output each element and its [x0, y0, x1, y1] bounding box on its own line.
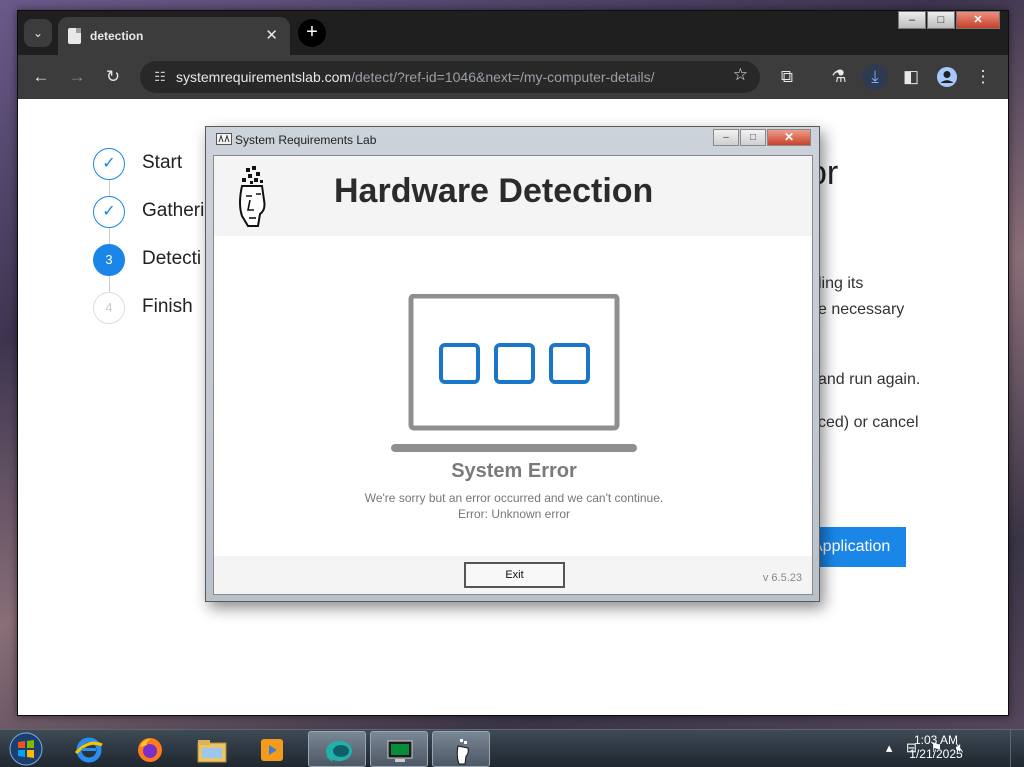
dialog-maximize-button[interactable]: □	[740, 129, 766, 146]
bookmark-star-icon[interactable]: ☆	[733, 65, 748, 85]
laptop-base	[391, 444, 637, 452]
taskbar-srl-icon[interactable]	[432, 731, 490, 767]
taskbar-terminal-icon[interactable]	[370, 731, 428, 767]
app-icon	[216, 133, 232, 145]
step-connector	[109, 180, 110, 196]
page-icon	[68, 28, 81, 44]
dialog-heading: Hardware Detection	[334, 172, 654, 210]
tab-search-button[interactable]: ⌄	[24, 19, 52, 47]
menu-kebab-icon[interactable]: ⋮	[970, 64, 996, 90]
exit-button[interactable]: Exit	[464, 562, 565, 588]
chevron-down-icon: ⌄	[32, 26, 44, 40]
dialog-title: System Requirements Lab	[235, 133, 377, 147]
srl-dialog: System Requirements Lab – □ ✕ Hardware D…	[205, 126, 820, 602]
dialog-body: Hardware Detection System Error We're so…	[213, 155, 813, 595]
paragraph-line: ced) or cancel	[818, 414, 919, 431]
reload-icon[interactable]: ↻	[100, 64, 126, 90]
forward-icon[interactable]: →	[64, 64, 90, 90]
taskbar-clock[interactable]: 1:03 AM 1/21/2025	[904, 733, 968, 761]
step-label: Detecti	[142, 248, 202, 269]
show-desktop-button[interactable]	[1010, 730, 1024, 767]
dialog-close-button[interactable]: ✕	[767, 129, 811, 146]
step-label: Finish	[142, 296, 193, 317]
dialog-window-controls: – □ ✕	[712, 129, 811, 146]
minimize-button[interactable]: –	[898, 11, 926, 29]
dialog-titlebar: System Requirements Lab	[216, 133, 376, 147]
step-number: 4	[93, 292, 125, 324]
srl-logo-icon	[239, 166, 266, 227]
show-hidden-icons-icon[interactable]: ▴	[886, 740, 893, 755]
dialog-footer: Exit v 6.5.23	[214, 556, 812, 594]
labs-flask-icon[interactable]: ⚗	[826, 64, 852, 90]
back-icon[interactable]: ←	[28, 64, 54, 90]
step-connector	[109, 276, 110, 292]
taskbar-explorer-icon[interactable]	[182, 731, 240, 767]
paragraph-line: ling its	[818, 275, 864, 292]
close-window-button[interactable]: ✕	[956, 11, 1000, 29]
side-panel-icon[interactable]: ◧	[898, 64, 924, 90]
extensions-icon[interactable]: ⧉	[774, 64, 800, 90]
paragraph-line: e necessary	[818, 301, 905, 318]
start-button[interactable]	[4, 730, 48, 767]
new-tab-button[interactable]: +	[298, 19, 326, 47]
dialog-minimize-button[interactable]: –	[713, 129, 739, 146]
step-number: 3	[93, 244, 125, 276]
download-icon[interactable]: ⤓	[862, 64, 888, 90]
tab-title: detection	[90, 29, 144, 43]
clock-date: 1/21/2025	[909, 747, 963, 761]
close-tab-icon[interactable]: ✕	[265, 26, 278, 44]
step-label: Start	[142, 152, 183, 173]
site-settings-icon[interactable]: ☷	[148, 65, 172, 89]
dialog-header: Hardware Detection	[214, 156, 812, 236]
taskbar-ie-icon[interactable]	[60, 731, 118, 767]
error-code: Error: Unknown error	[457, 507, 571, 521]
taskbar: ▴ ⊟ ⚑ 🔇︎ 1:03 AM 1/21/2025	[0, 729, 1024, 767]
version-label: v 6.5.23	[762, 572, 802, 584]
tab-strip: ⌄ detection ✕ + – □ ✕	[18, 11, 1008, 55]
taskbar-media-player-icon[interactable]	[243, 731, 301, 767]
step-connector	[109, 228, 110, 244]
url-path: /detect/?ref-id=1046&next=/my-computer-d…	[351, 69, 655, 85]
paragraph-line: and run again.	[818, 371, 921, 388]
taskbar-chrome-app-icon[interactable]	[308, 731, 366, 767]
url-host: systemrequirementslab.com	[176, 69, 352, 85]
clock-time: 1:03 AM	[913, 733, 959, 747]
check-icon: ✓	[93, 196, 125, 228]
browser-toolbar: ← → ↻ ☷ systemrequirementslab.com/detect…	[18, 55, 1008, 99]
check-icon: ✓	[93, 148, 125, 180]
profile-avatar-icon[interactable]	[934, 64, 960, 90]
taskbar-firefox-icon[interactable]	[121, 731, 179, 767]
tab-detection[interactable]: detection ✕	[58, 17, 290, 55]
window-controls: – □ ✕	[897, 11, 1000, 29]
address-bar[interactable]: ☷ systemrequirementslab.com/detect/?ref-…	[140, 61, 760, 93]
error-title: System Error	[451, 460, 577, 482]
step-label: Gatheri	[142, 200, 205, 221]
maximize-button[interactable]: □	[927, 11, 955, 29]
error-message: We're sorry but an error occurred and we…	[364, 491, 664, 505]
url-text[interactable]: systemrequirementslab.com/detect/?ref-id…	[176, 69, 655, 85]
laptop-error-illustration	[391, 294, 637, 452]
